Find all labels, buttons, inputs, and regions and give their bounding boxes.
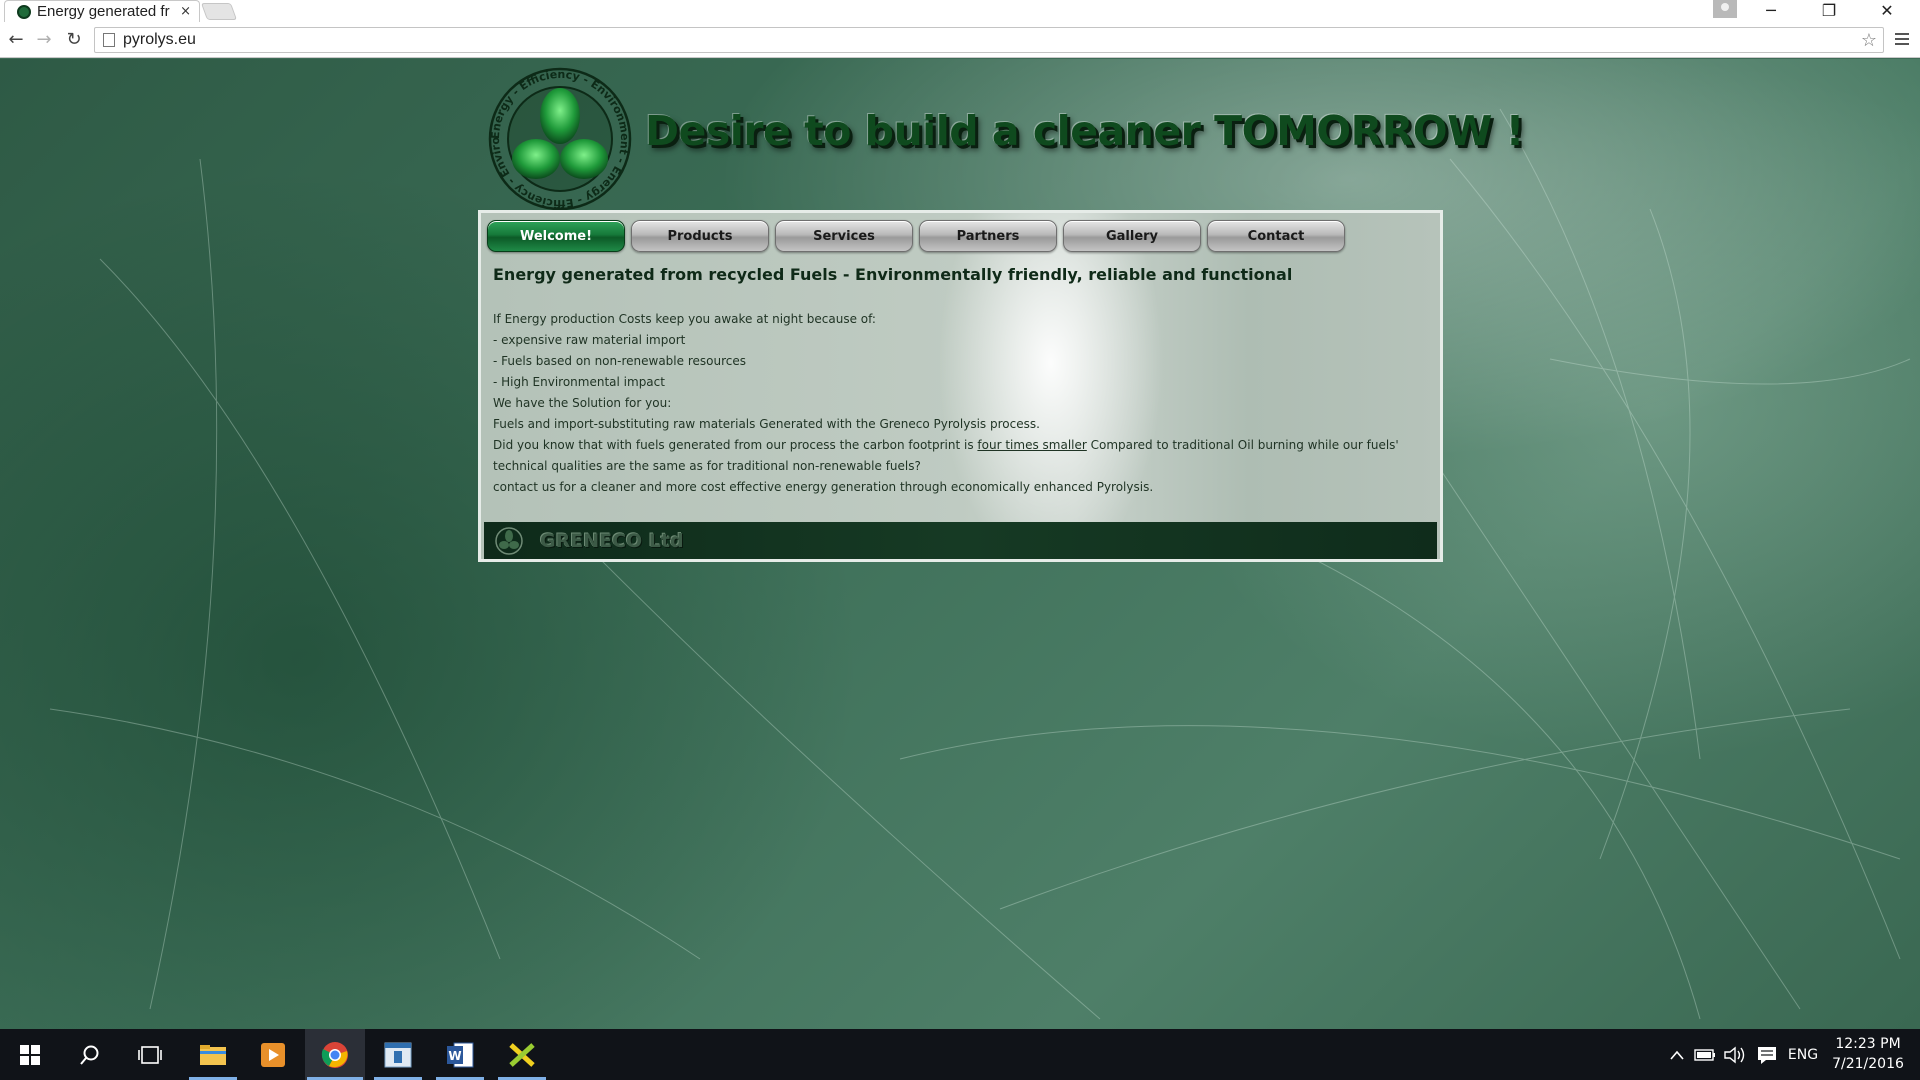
browser-menu-icon[interactable] (1892, 30, 1912, 50)
browser-tab-bar: Energy generated fr × ─ ❐ ✕ (0, 0, 1920, 22)
taskbar-app-window[interactable] (368, 1029, 428, 1080)
back-button[interactable]: ← (4, 27, 28, 53)
browser-tab[interactable]: Energy generated fr × (4, 0, 200, 22)
app-window-icon (384, 1042, 412, 1067)
footer-company-name: GRENECO Ltd (540, 529, 684, 552)
content-headline: Energy generated from recycled Fuels - E… (493, 265, 1293, 284)
body-line: - High Environmental impact (493, 375, 665, 389)
nav-services-button[interactable]: Services (775, 220, 913, 252)
search-button[interactable] (60, 1029, 120, 1080)
taskbar-chrome[interactable] (305, 1029, 365, 1080)
nav-partners-button[interactable]: Partners (919, 220, 1057, 252)
footer-logo-icon (495, 526, 523, 555)
notification-icon (1758, 1046, 1776, 1064)
taskbar-tool-app[interactable] (492, 1029, 552, 1080)
content-panel: Welcome! Products Services Partners Gall… (478, 210, 1443, 562)
task-view-icon (138, 1045, 162, 1064)
task-view-button[interactable] (120, 1029, 180, 1080)
action-center-button[interactable] (1754, 1029, 1780, 1080)
clock-date: 7/21/2016 (1832, 1056, 1904, 1072)
body-text-segment: Did you know that with fuels generated f… (493, 438, 978, 452)
forward-button[interactable]: → (32, 27, 56, 53)
start-button[interactable] (0, 1029, 60, 1080)
nav-contact-button[interactable]: Contact (1207, 220, 1345, 252)
body-line: - Fuels based on non-renewable resources (493, 354, 746, 368)
language-indicator[interactable]: ENG (1786, 1029, 1820, 1080)
site-favicon-icon (17, 4, 31, 19)
nav-gallery-button[interactable]: Gallery (1063, 220, 1201, 252)
chevron-up-icon (1670, 1050, 1684, 1060)
media-player-icon (261, 1042, 285, 1067)
body-line-carbon: Did you know that with fuels generated f… (493, 435, 1433, 477)
taskbar-file-explorer[interactable] (183, 1029, 243, 1080)
body-line: We have the Solution for you: (493, 396, 672, 410)
show-hidden-icons-button[interactable] (1665, 1029, 1689, 1080)
profile-icon[interactable] (1713, 0, 1737, 18)
tool-app-icon (509, 1042, 535, 1067)
speaker-icon (1724, 1046, 1745, 1063)
battery-button[interactable] (1692, 1029, 1718, 1080)
volume-button[interactable] (1722, 1029, 1748, 1080)
window-close-button[interactable]: ✕ (1858, 0, 1916, 22)
reload-button[interactable]: ↻ (62, 27, 86, 53)
main-navigation: Welcome! Products Services Partners Gall… (487, 220, 1351, 252)
footer-bar: GRENECO Ltd (484, 522, 1437, 559)
four-times-smaller-link[interactable]: four times smaller (977, 438, 1086, 452)
taskbar-word[interactable]: W (430, 1029, 490, 1080)
web-page: Energy - Efficiency - Environment - Ener… (0, 59, 1920, 1029)
battery-icon (1694, 1048, 1715, 1061)
tab-close-icon[interactable]: × (180, 4, 191, 19)
taskbar-media-player[interactable] (243, 1029, 303, 1080)
url-text[interactable]: pyrolys.eu (123, 31, 196, 49)
body-line: contact us for a cleaner and more cost e… (493, 480, 1154, 494)
greneco-logo: Energy - Efficiency - Environment - Ener… (480, 64, 632, 211)
nav-products-button[interactable]: Products (631, 220, 769, 252)
body-line: If Energy production Costs keep you awak… (493, 312, 876, 326)
content-body: If Energy production Costs keep you awak… (493, 309, 1433, 498)
new-tab-button[interactable] (200, 3, 238, 20)
body-line: - expensive raw material import (493, 333, 686, 347)
windows-logo-icon (20, 1044, 40, 1065)
page-icon (103, 33, 115, 47)
body-line: Fuels and import-substituting raw materi… (493, 417, 1040, 431)
browser-toolbar: ← → ↻ pyrolys.eu ☆ (0, 22, 1920, 58)
folder-icon (200, 1044, 226, 1065)
search-icon (80, 1045, 99, 1065)
window-restore-button[interactable]: ❐ (1800, 0, 1858, 22)
site-headline: Desire to build a cleaner TOMORROW ! (645, 107, 1524, 155)
clock-time: 12:23 PM (1835, 1036, 1901, 1052)
taskbar-clock[interactable]: 12:23 PM 7/21/2016 (1818, 1034, 1918, 1074)
bookmark-star-icon[interactable]: ☆ (1861, 28, 1877, 54)
windows-taskbar: W ENG 12:23 PM 7/21/2016 (0, 1029, 1920, 1080)
chrome-icon (321, 1041, 348, 1068)
address-bar[interactable]: pyrolys.eu ☆ (94, 27, 1884, 53)
word-icon: W (447, 1042, 474, 1067)
tab-title: Energy generated fr (37, 3, 170, 20)
svg-text:W: W (448, 1049, 461, 1063)
window-minimize-button[interactable]: ─ (1742, 0, 1800, 22)
nav-welcome-button[interactable]: Welcome! (487, 220, 625, 252)
